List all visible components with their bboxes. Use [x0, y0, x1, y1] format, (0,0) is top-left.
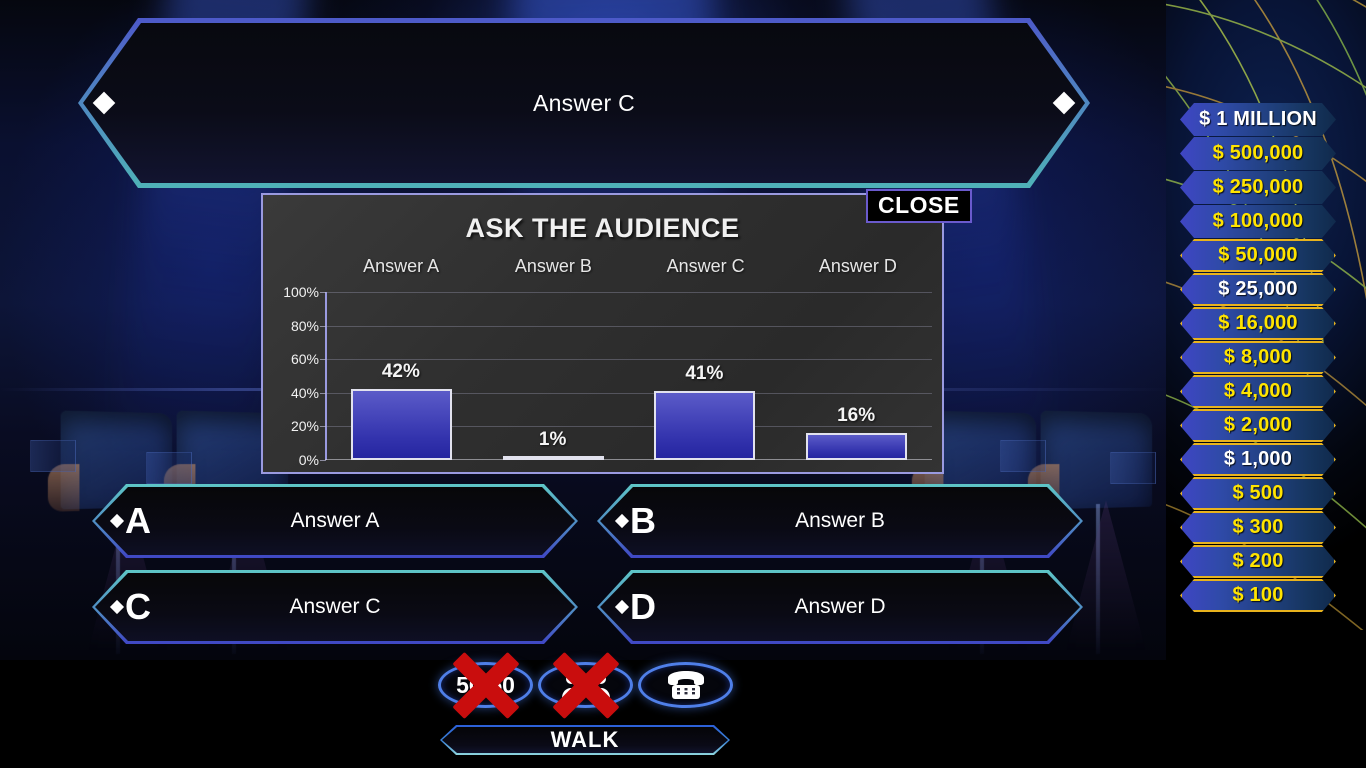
- chart-bar-slot: 16%: [780, 292, 932, 460]
- chart-ytick-label: 0%: [298, 452, 319, 468]
- answer-text-c: Answer C: [289, 595, 381, 618]
- chart-ytick-label: 60%: [290, 351, 319, 368]
- ladder-amount: $ 8,000: [1223, 346, 1293, 368]
- ladder-amount: $ 1 MILLION: [1199, 108, 1317, 130]
- answer-text-a: Answer A: [290, 509, 380, 532]
- question-inner: Answer C: [83, 23, 1085, 183]
- ladder-amount: $ 100: [1232, 584, 1284, 606]
- ladder-row-7: $ 4,000: [1180, 375, 1336, 408]
- ladder-amount: $ 1,000: [1223, 448, 1293, 470]
- chart-tickmark: [320, 392, 326, 394]
- money-ladder: $ 1 MILLION $ 500,000 $ 250,000 $ 100,000 $ …: [1166, 0, 1366, 768]
- answer-text-b: Answer B: [795, 509, 885, 532]
- chart-plot-area: 100% 80% 60% 40% 20% 0% 42% 1% 41% 16%: [283, 284, 932, 468]
- question-box: Answer C: [78, 18, 1090, 188]
- ladder-row-1: $ 100: [1180, 579, 1336, 612]
- ladder-amount: $ 100,000: [1212, 210, 1304, 232]
- chart-tickmark: [320, 325, 326, 327]
- chart-category-b: Answer B: [514, 256, 592, 276]
- chart-category-labels: Answer A Answer B Answer C Answer D: [263, 256, 942, 277]
- ladder-row-11: $ 50,000: [1180, 239, 1336, 272]
- chart-category-d: Answer D: [818, 256, 897, 276]
- chart-bar-b: [502, 456, 604, 460]
- ladder-row-4: $ 500: [1180, 477, 1336, 510]
- chart-tickmark: [320, 359, 326, 361]
- ladder-row-5: $ 1,000: [1180, 443, 1336, 476]
- answer-options: A Answer A B Answer B C Answer C D Answe…: [0, 484, 1175, 654]
- ladder-row-2: $ 200: [1180, 545, 1336, 578]
- stage-panel: [1000, 440, 1046, 472]
- chart-tickmark: [320, 292, 326, 293]
- ladder-row-10: $ 25,000: [1180, 273, 1336, 306]
- chart-ytick-label: 80%: [290, 317, 319, 334]
- ladder-row-14: $ 500,000: [1180, 137, 1336, 170]
- chart-bar-a: [350, 389, 452, 460]
- chart-bar-value-b: 1%: [538, 429, 567, 451]
- chart-ytick-label: 40%: [290, 384, 319, 401]
- answer-text-d: Answer D: [794, 595, 886, 618]
- walk-label: WALK: [550, 727, 620, 752]
- close-button[interactable]: CLOSE: [866, 189, 972, 224]
- ladder-rows: $ 1 MILLION $ 500,000 $ 250,000 $ 100,000 $ …: [1166, 103, 1366, 613]
- stage-panel: [30, 440, 76, 472]
- ladder-row-15: $ 1 MILLION: [1180, 103, 1336, 136]
- answer-option-d[interactable]: D Answer D: [597, 570, 1083, 644]
- ladder-amount: $ 200: [1232, 550, 1284, 572]
- chart-category-c: Answer C: [666, 256, 745, 276]
- question-text: Answer C: [532, 89, 636, 116]
- chart-bar-slot: 41%: [629, 292, 781, 460]
- walk-away-button[interactable]: WALK: [440, 725, 730, 755]
- ask-the-audience-panel: ASK THE AUDIENCE Answer A Answer B Answer …: [261, 193, 944, 474]
- ladder-amount: $ 50,000: [1218, 244, 1298, 266]
- ladder-row-13: $ 250,000: [1180, 171, 1336, 204]
- audience-chart-title: ASK THE AUDIENCE: [465, 213, 740, 243]
- lifelines: 50:50: [430, 651, 742, 722]
- answer-option-a[interactable]: A Answer A: [92, 484, 578, 558]
- stage-panel: [1110, 452, 1156, 484]
- answer-option-c[interactable]: C Answer C: [92, 570, 578, 644]
- chart-bar-value-d: 16%: [837, 405, 876, 427]
- lifeline-ask-the-audience[interactable]: [538, 651, 633, 719]
- chart-ytick-label: 100%: [283, 284, 319, 300]
- ladder-amount: $ 300: [1232, 516, 1284, 538]
- chart-bar-slot: 1%: [477, 292, 629, 460]
- chart-bar-d: [806, 433, 908, 460]
- chart-bars: 42% 1% 41% 16%: [325, 292, 932, 460]
- answer-option-b[interactable]: B Answer B: [597, 484, 1083, 558]
- ladder-amount: $ 250,000: [1212, 176, 1304, 198]
- chart-tickmark: [320, 460, 326, 461]
- ladder-amount: $ 25,000: [1218, 278, 1298, 300]
- chart-bar-value-c: 41%: [685, 363, 724, 385]
- lifeline-phone-a-friend[interactable]: [638, 662, 733, 708]
- stage-panel: [146, 452, 192, 484]
- fifty-fifty-icon: 50:50: [456, 671, 515, 698]
- lifeline-fifty-fifty[interactable]: 50:50: [438, 651, 533, 719]
- ladder-amount: $ 500: [1232, 482, 1284, 504]
- ladder-row-8: $ 8,000: [1180, 341, 1336, 374]
- chart-bar-slot: 42%: [325, 292, 477, 460]
- telephone-icon: [638, 662, 733, 708]
- ladder-row-3: $ 300: [1180, 511, 1336, 544]
- ladder-row-9: $ 16,000: [1180, 307, 1336, 340]
- ladder-row-12: $ 100,000: [1180, 205, 1336, 238]
- ladder-amount: $ 4,000: [1223, 380, 1293, 402]
- audience-icon: [538, 662, 633, 708]
- ladder-row-6: $ 2,000: [1180, 409, 1336, 442]
- ladder-amount: $ 500,000: [1212, 142, 1304, 164]
- chart-ytick-label: 20%: [290, 418, 319, 435]
- ladder-amount: $ 16,000: [1218, 312, 1298, 334]
- chart-bar-value-a: 42%: [381, 361, 420, 383]
- chart-y-axis: 100% 80% 60% 40% 20% 0%: [267, 284, 319, 468]
- chart-category-a: Answer A: [363, 256, 440, 276]
- walk-inner: WALK: [442, 727, 728, 753]
- chart-bar-c: [654, 391, 756, 460]
- ladder-amount: $ 2,000: [1223, 414, 1293, 436]
- chart-tickmark: [320, 426, 326, 428]
